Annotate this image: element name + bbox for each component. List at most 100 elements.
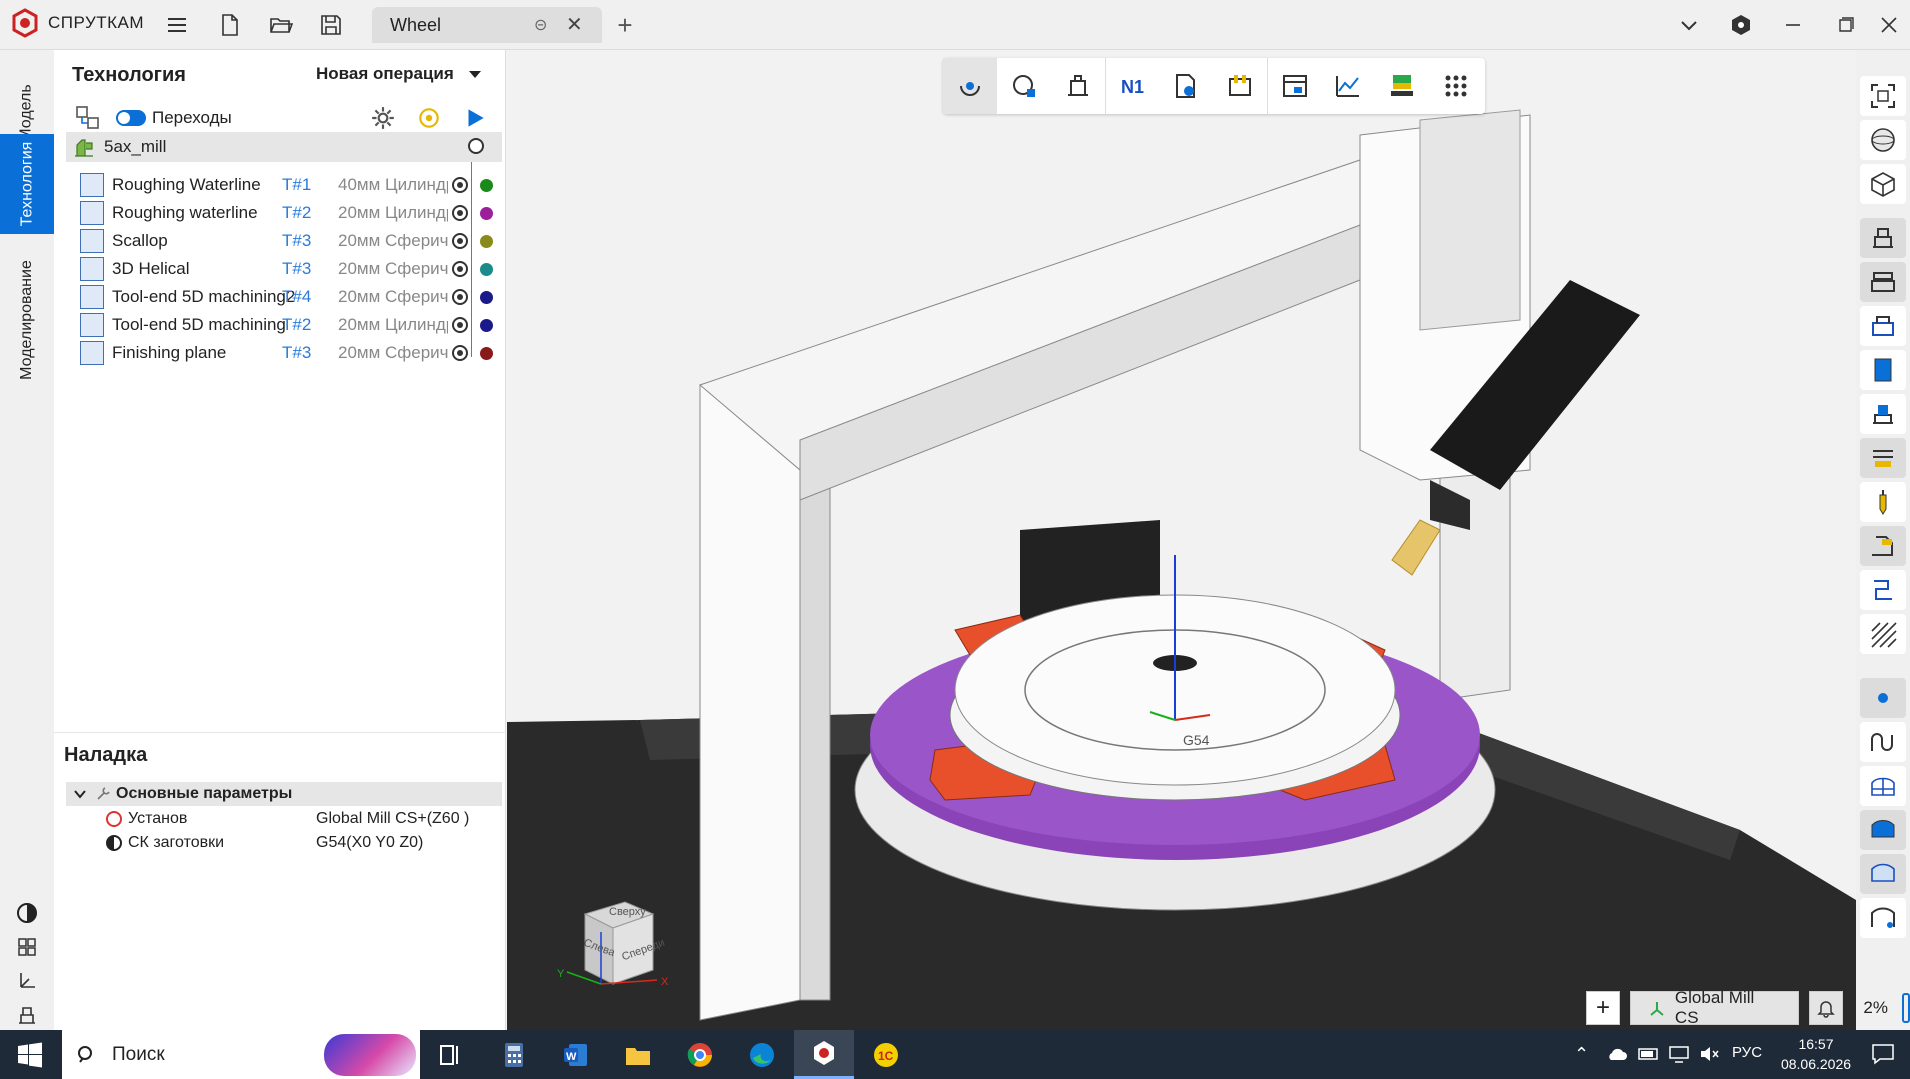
new-tab-button[interactable]: + (608, 8, 642, 42)
new-operation-dropdown[interactable]: Новая операция (316, 64, 482, 84)
sprutcam-app[interactable] (794, 1030, 854, 1079)
edge-app[interactable] (732, 1030, 792, 1079)
tab-modeling[interactable]: Моделирование (0, 240, 54, 400)
notifications-button[interactable] (1809, 991, 1844, 1025)
maximize-button[interactable] (1828, 8, 1862, 42)
cs-toggle-button[interactable] (10, 896, 44, 930)
param-row-stock-cs[interactable]: СК заготовки (106, 834, 224, 852)
notification-center-button[interactable] (1870, 1042, 1896, 1066)
visibility-toggle[interactable] (452, 317, 468, 333)
tree-root-row[interactable]: 5ax_mill (66, 132, 502, 162)
visibility-toggle[interactable] (452, 177, 468, 193)
display-curves[interactable] (1860, 722, 1906, 762)
visibility-toggle[interactable] (452, 289, 468, 305)
operation-row[interactable]: Tool-end 5D machining2 T#4 20мм Сферич (80, 283, 544, 311)
visibility-fixture[interactable] (1860, 262, 1906, 302)
visibility-part[interactable] (1860, 306, 1906, 346)
minimize-button[interactable] (1776, 8, 1810, 42)
machine-button[interactable] (10, 998, 44, 1032)
tray-network-icon[interactable] (1668, 1044, 1690, 1064)
tab-technology[interactable]: Технология (0, 134, 54, 234)
taskbar-search[interactable]: Поиск (62, 1030, 420, 1079)
visibility-stock[interactable] (1860, 350, 1906, 390)
navigation-cube[interactable]: Сверху Слева Спереди X Y (557, 892, 675, 1002)
params-group-header[interactable]: Основные параметры (66, 782, 502, 806)
zoom-level: 2% (1863, 998, 1888, 1017)
zoom-extents-button[interactable] (1860, 76, 1906, 116)
visibility-toggle[interactable] (452, 261, 468, 277)
visibility-workpiece[interactable] (1860, 394, 1906, 434)
open-file-button[interactable] (264, 8, 298, 42)
param-value[interactable]: Global Mill CS+(Z60 ) (316, 810, 469, 828)
tray-weather-icon[interactable] (1606, 1044, 1628, 1064)
operation-row[interactable]: Finishing plane T#3 20мм Сферич (80, 339, 544, 367)
menu-button[interactable] (160, 8, 194, 42)
library-button[interactable] (10, 930, 44, 964)
settings-hex-button[interactable] (1724, 8, 1758, 42)
tool-fixture[interactable] (1051, 58, 1105, 114)
tray-battery-icon[interactable] (1638, 1046, 1660, 1062)
tool-chart[interactable] (1321, 58, 1375, 114)
tool-postprocessor[interactable] (1159, 58, 1213, 114)
param-value[interactable]: G54(X0 Y0 Z0) (316, 834, 423, 852)
1c-app[interactable]: 1C (856, 1030, 916, 1079)
calculator-app[interactable] (484, 1030, 544, 1079)
cs-selector-button[interactable]: Global Mill CS (1629, 988, 1800, 1027)
shading-button[interactable] (1860, 120, 1906, 160)
visibility-toggle[interactable] (452, 233, 468, 249)
tray-volume-icon[interactable] (1698, 1044, 1720, 1064)
tab-wheel[interactable]: Wheel ⊝ ✕ (372, 7, 602, 43)
save-button[interactable] (314, 8, 348, 42)
operation-row[interactable]: Scallop T#3 20мм Сферич (80, 227, 544, 255)
visibility-tool[interactable] (1860, 482, 1906, 522)
right-toolbar (1856, 50, 1910, 1030)
visibility-trajectory[interactable] (1860, 570, 1906, 610)
visibility-rest[interactable] (1860, 438, 1906, 478)
task-view-button[interactable] (420, 1030, 480, 1079)
display-sections[interactable] (1860, 898, 1906, 938)
display-surfaces[interactable] (1860, 810, 1906, 850)
close-window-button[interactable] (1872, 8, 1906, 42)
axes-button[interactable] (10, 964, 44, 998)
visibility-toggle[interactable] (452, 345, 468, 361)
display-mesh[interactable] (1860, 766, 1906, 806)
visibility-hatching[interactable] (1860, 614, 1906, 654)
operation-color-dot (480, 206, 493, 220)
clock[interactable]: 16:57 08.06.2026 (1776, 1034, 1856, 1074)
view-box-button[interactable] (1860, 164, 1906, 204)
operation-row[interactable]: Roughing waterline T#2 20мм Цилиндр (80, 199, 544, 227)
add-cs-button[interactable]: + (1586, 991, 1620, 1025)
tray-chevron-up-icon[interactable]: ⌃ (1574, 1044, 1589, 1065)
operation-name: Roughing Waterline (112, 175, 261, 194)
operation-row[interactable]: 3D Helical T#3 20мм Сферич (80, 255, 544, 283)
new-file-button[interactable] (213, 8, 247, 42)
display-solids[interactable] (1860, 854, 1906, 894)
chrome-app[interactable] (670, 1030, 730, 1079)
param-row-setup[interactable]: Установ (106, 810, 187, 828)
operation-row[interactable]: Roughing Waterline T#1 40мм Цилиндр (80, 171, 544, 199)
3d-viewport[interactable]: G54 Сверху Слева Спереди X Y (507, 50, 1856, 1030)
tool-report[interactable] (1267, 58, 1321, 114)
tool-library[interactable] (1213, 58, 1267, 114)
start-button[interactable] (0, 1030, 60, 1079)
tool-trajectory[interactable] (943, 58, 997, 114)
tab-pin-icon[interactable]: ⊝ (534, 15, 547, 35)
visibility-machine[interactable] (1860, 218, 1906, 258)
display-points[interactable] (1860, 678, 1906, 718)
tab-close-icon[interactable]: ✕ (566, 12, 583, 37)
tool-n1[interactable]: N1 (1105, 58, 1159, 114)
visibility-holder[interactable] (1860, 526, 1906, 566)
tool-stock[interactable] (997, 58, 1051, 114)
tool-simulation[interactable] (1375, 58, 1429, 114)
link-ops-button[interactable] (74, 104, 102, 132)
language-indicator[interactable]: РУС (1732, 1044, 1762, 1061)
root-visibility-toggle[interactable] (468, 138, 484, 154)
visibility-toggle[interactable] (452, 205, 468, 221)
dropdown-button[interactable] (1672, 8, 1706, 42)
tool-grid[interactable] (1429, 58, 1483, 114)
word-app[interactable]: W (546, 1030, 606, 1079)
transitions-toggle[interactable] (116, 110, 146, 126)
operation-tool-desc: 20мм Сферич (338, 287, 448, 306)
operation-row[interactable]: Tool-end 5D machining T#2 20мм Цилиндр (80, 311, 544, 339)
file-explorer-app[interactable] (608, 1030, 668, 1079)
